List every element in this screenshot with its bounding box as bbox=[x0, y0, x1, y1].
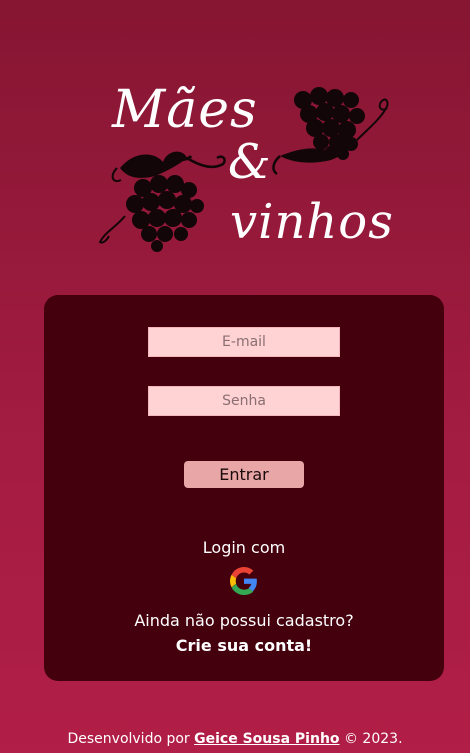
footer: Desenvolvido por Geice Sousa Pinho © 202… bbox=[0, 731, 470, 747]
footer-copyright: © 2023. bbox=[343, 731, 403, 747]
logo-ampersand: & bbox=[228, 134, 271, 190]
google-login-button[interactable] bbox=[230, 567, 258, 595]
grape-cluster-right-icon bbox=[272, 87, 389, 176]
footer-author-link[interactable]: Geice Sousa Pinho bbox=[194, 731, 339, 747]
logo-text-maes: Mães bbox=[112, 80, 258, 140]
grape-cluster-left-icon bbox=[98, 151, 226, 252]
password-input[interactable] bbox=[148, 386, 340, 416]
brand-logo: Mães & vinhos bbox=[95, 80, 395, 260]
create-account-link[interactable]: Crie sua conta! bbox=[44, 636, 444, 655]
no-account-text: Ainda não possui cadastro? bbox=[134, 611, 354, 630]
logo-text-vinhos: vinhos bbox=[230, 194, 394, 250]
footer-prefix: Desenvolvido por bbox=[67, 731, 190, 747]
google-icon bbox=[230, 567, 257, 595]
login-button[interactable]: Entrar bbox=[184, 461, 304, 488]
email-input[interactable] bbox=[148, 327, 340, 357]
login-card: Entrar Login com Ainda não possui cadast… bbox=[44, 295, 444, 681]
login-with-label: Login com bbox=[202, 538, 286, 557]
